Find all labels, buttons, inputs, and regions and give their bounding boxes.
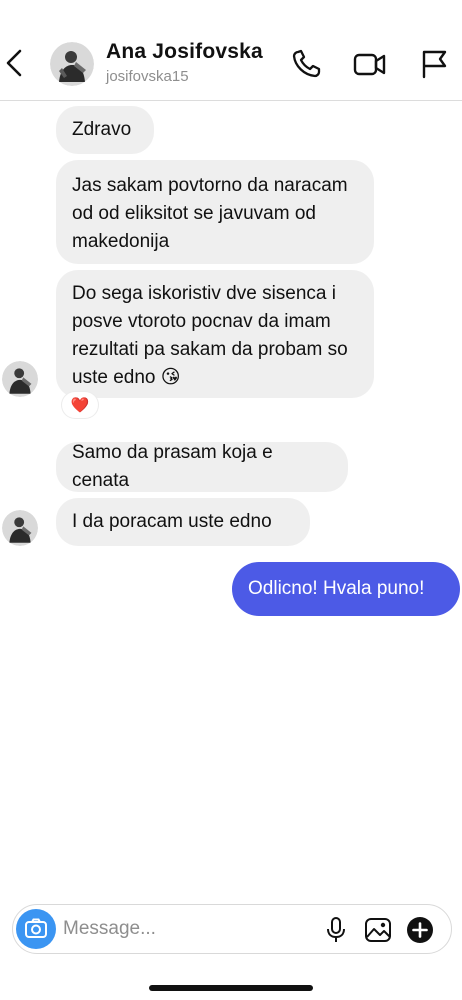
message-composer	[12, 904, 452, 954]
chevron-left-icon[interactable]	[2, 46, 28, 80]
contact-avatar-small[interactable]	[2, 361, 38, 397]
message-text: I da poracam uste edno	[72, 511, 272, 532]
contact-avatar-small[interactable]	[2, 510, 38, 546]
message-bubble-incoming[interactable]: Samo da prasam koja e cenata	[56, 442, 348, 492]
message-text: Jas sakam povtorno da naracam od od elik…	[72, 175, 348, 252]
contact-avatar[interactable]	[50, 42, 94, 86]
camera-icon	[25, 918, 47, 938]
message-bubble-incoming[interactable]: Do sega iskoristiv dve sisenca i posve v…	[56, 270, 374, 398]
plus-icon[interactable]	[405, 915, 435, 945]
message-bubble-incoming[interactable]: Zdravo	[56, 106, 154, 154]
phone-icon[interactable]	[290, 48, 324, 80]
chat-header: Ana Josifovska josifovska15	[0, 0, 462, 100]
message-bubble-outgoing[interactable]: Odlicno! Hvala puno!	[232, 562, 460, 616]
contact-username: josifovska15	[106, 68, 189, 85]
video-camera-icon[interactable]	[352, 48, 386, 80]
message-text: Odlicno! Hvala puno!	[248, 578, 425, 599]
header-divider	[0, 100, 462, 101]
heart-reaction[interactable]: ❤️	[62, 392, 98, 418]
message-bubble-incoming[interactable]: Jas sakam povtorno da naracam od od elik…	[56, 160, 374, 264]
message-input[interactable]	[63, 915, 263, 943]
message-text: Do sega iskoristiv dve sisenca i posve v…	[72, 283, 348, 388]
camera-button[interactable]	[16, 909, 56, 949]
home-indicator	[149, 985, 313, 991]
contact-name[interactable]: Ana Josifovska	[106, 40, 263, 64]
gallery-icon[interactable]	[363, 915, 393, 945]
message-text: Samo da prasam koja e cenata	[72, 442, 273, 491]
message-bubble-incoming[interactable]: I da poracam uste edno	[56, 498, 310, 546]
flag-icon[interactable]	[418, 48, 452, 80]
microphone-icon[interactable]	[321, 915, 351, 945]
message-text: Zdravo	[72, 119, 132, 140]
